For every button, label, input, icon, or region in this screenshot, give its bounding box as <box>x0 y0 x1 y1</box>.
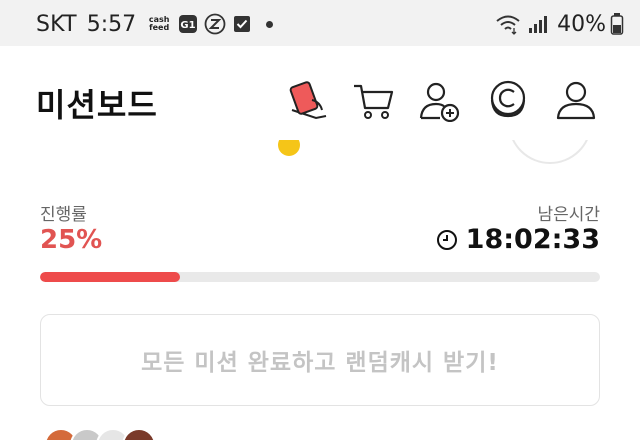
remaining-time-value: 18:02:33 <box>465 224 600 255</box>
participant-avatars <box>44 428 184 440</box>
coin-icon <box>278 140 300 156</box>
page-title: 미션보드 <box>36 86 158 124</box>
circle-badge <box>508 140 592 164</box>
notification-dot-icon <box>266 20 274 28</box>
g1-app-icon: G1 <box>179 15 198 33</box>
check-box-icon <box>234 16 251 32</box>
avatar <box>122 428 156 440</box>
progress-bar <box>40 272 600 282</box>
remaining-time: 18:02:33 <box>436 224 600 255</box>
battery-percent: 40% <box>557 11 606 37</box>
progress-label: 진행률 <box>40 205 87 225</box>
status-bar-left: SKT 5:57 cash feed G1 <box>36 10 274 38</box>
carrier-label: SKT <box>36 11 77 37</box>
cashfeed-icon: cash feed <box>146 16 172 32</box>
wifi-icon <box>496 15 520 35</box>
progress-bar-fill <box>40 272 180 282</box>
mission-card-icon[interactable] <box>286 80 330 122</box>
add-friend-icon[interactable] <box>418 80 462 122</box>
remaining-time-label: 남은시간 <box>537 205 600 225</box>
clock-icon <box>436 229 457 250</box>
status-bar-right: 40% <box>495 10 624 38</box>
profile-icon[interactable] <box>554 80 598 122</box>
progress-value: 25% <box>40 225 103 255</box>
clock-time: 5:57 <box>86 11 137 37</box>
complete-all-missions-button[interactable]: 모든 미션 완료하고 랜덤캐시 받기! <box>40 314 600 406</box>
status-bar: SKT 5:57 cash feed G1 40% <box>0 0 640 46</box>
signal-icon <box>529 16 548 33</box>
scrolled-content-edge <box>0 140 640 166</box>
coin-c-icon[interactable] <box>486 80 530 122</box>
battery-icon <box>610 13 624 35</box>
cart-icon[interactable] <box>352 80 396 122</box>
z-app-icon <box>204 13 226 35</box>
cta-label: 모든 미션 완료하고 랜덤캐시 받기! <box>141 350 499 376</box>
svg-text:G1: G1 <box>181 20 196 31</box>
cashfeed-bottom-text: feed <box>149 23 170 32</box>
